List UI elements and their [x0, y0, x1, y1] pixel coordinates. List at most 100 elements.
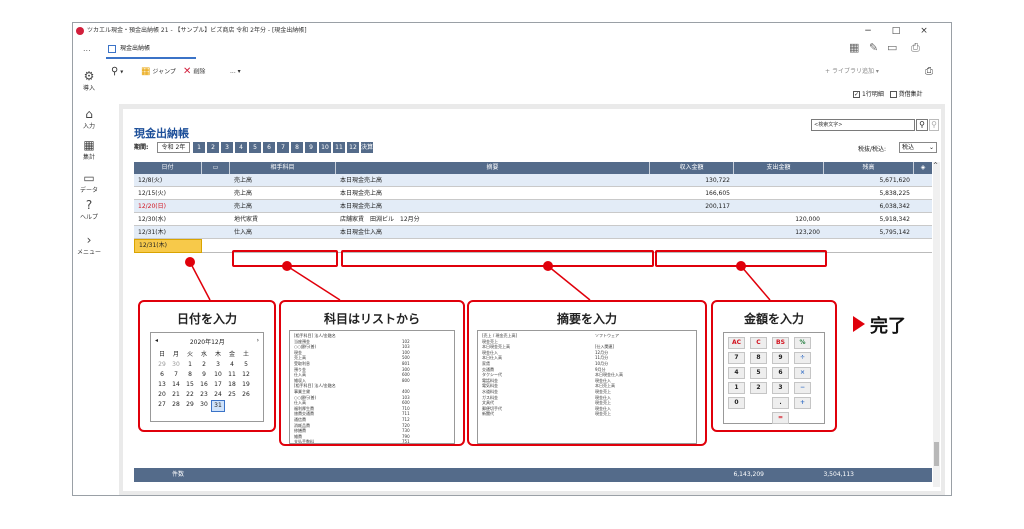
calc-key[interactable]: 6 — [772, 367, 789, 379]
calc-key[interactable]: C — [750, 337, 767, 349]
weekday-label: 金 — [228, 351, 235, 358]
connector-lines — [189, 261, 771, 301]
prev-month-icon[interactable]: ◂ — [155, 337, 158, 344]
account-code: 790 — [402, 433, 410, 439]
callout-memo: 摘要を入力 [売上 / 現金売上高] 現金売上 本日現金売上高 現金仕入 本日仕入高 家賃… — [467, 300, 707, 446]
calc-key[interactable]: 7 — [728, 352, 745, 364]
account-code: 600 — [402, 400, 410, 406]
account-code: 730 — [402, 428, 410, 434]
account-code: 103 — [402, 394, 410, 400]
callout-date: 日付を入力 ◂ 2020年12月 › 日月火水木金土 29 30 1 2 3 4 5 6 7 8 9… — [138, 300, 276, 432]
list-item[interactable]: 新聞代 — [482, 411, 579, 417]
calc-key[interactable]: × — [794, 367, 811, 379]
connector-date — [189, 261, 211, 301]
calendar-day[interactable]: 4 — [225, 360, 239, 370]
list-item[interactable]: 支払手数料 751 — [294, 439, 450, 444]
calendar-day[interactable]: 13 — [155, 380, 169, 390]
calc-key[interactable]: 2 — [750, 382, 767, 394]
marker-dot-account — [282, 261, 292, 271]
weekday-label: 木 — [214, 351, 221, 358]
memo-list-popup[interactable]: [売上 / 現金売上高] 現金売上 本日現金売上高 現金仕入 本日仕入高 家賃 交通費 タクシ… — [477, 330, 697, 444]
calendar-days: 29 30 1 2 3 4 5 6 7 8 9 10 11 12 13 14 15 16 17 18 19 20 21 22 2… — [155, 360, 259, 412]
calc-key[interactable]: 0 — [728, 397, 745, 409]
calendar-day[interactable]: 19 — [239, 380, 253, 390]
done-label: 完了 — [870, 316, 906, 337]
calc-key[interactable]: ÷ — [794, 352, 811, 364]
account-code: 102 — [402, 338, 410, 344]
calendar-day[interactable]: 16 — [197, 380, 211, 390]
calc-key[interactable]: 5 — [750, 367, 767, 379]
calendar-weekdays: 日月火水木金土 — [155, 350, 259, 360]
account-code: 103 — [402, 344, 410, 350]
calendar-day[interactable]: 27 — [155, 400, 169, 412]
account-code: 720 — [402, 422, 410, 428]
calc-key[interactable]: = — [772, 412, 789, 424]
calendar-day[interactable]: 30 — [197, 400, 211, 412]
calendar-popup: ◂ 2020年12月 › 日月火水木金土 29 30 1 2 3 4 5 6 7 8 9 10 11 12… — [150, 332, 264, 422]
calc-key[interactable]: 3 — [772, 382, 789, 394]
callout-memo-title: 摘要を入力 — [556, 312, 617, 326]
calc-key[interactable]: 4 — [728, 367, 745, 379]
calendar-day[interactable]: 8 — [183, 370, 197, 380]
calendar-day[interactable]: 20 — [155, 390, 169, 400]
calc-key[interactable]: + — [794, 397, 811, 409]
account-code: 800 — [402, 377, 410, 383]
calendar-day[interactable]: 11 — [225, 370, 239, 380]
calc-key[interactable]: . — [772, 397, 789, 409]
account-code: 801 — [402, 360, 410, 366]
calc-key[interactable]: − — [794, 382, 811, 394]
calendar-day[interactable]: 5 — [239, 360, 253, 370]
callout-amount: 金額を入力 AC C BS% 7 8 9 ÷ 4 5 6 × 1 2 3− 0. + = — [711, 300, 837, 432]
account-list-popup[interactable]: [相手科目] 法人/金融名 当座預金 102 ○○銀行(普) 103 現金 100 売上高 50… — [289, 330, 455, 444]
calendar-day[interactable]: 3 — [211, 360, 225, 370]
calendar-day[interactable]: 6 — [155, 370, 169, 380]
connector-account — [286, 265, 341, 301]
account-code: 710 — [402, 405, 410, 411]
account-code: 711 — [402, 411, 410, 417]
play-arrow-icon — [853, 316, 865, 332]
calendar-day[interactable]: 29 — [155, 360, 169, 370]
calendar-day[interactable]: 9 — [197, 370, 211, 380]
calendar-day[interactable]: 12 — [239, 370, 253, 380]
calendar-day[interactable]: 2 — [197, 360, 211, 370]
calendar-day[interactable]: 1 — [183, 360, 197, 370]
calc-key[interactable]: 8 — [750, 352, 767, 364]
calendar-day[interactable]: 15 — [183, 380, 197, 390]
account-code: 600 — [402, 372, 410, 378]
weekday-label: 月 — [172, 351, 179, 358]
calendar-day[interactable]: 25 — [225, 390, 239, 400]
calendar-day[interactable]: 22 — [183, 390, 197, 400]
calendar-day[interactable]: 31 — [211, 400, 225, 412]
next-month-icon[interactable]: › — [257, 337, 259, 344]
weekday-label: 土 — [242, 351, 249, 358]
calc-key[interactable]: AC — [728, 337, 745, 349]
calc-key[interactable]: 1 — [728, 382, 745, 394]
list-item[interactable]: 現金売上 — [595, 411, 692, 417]
marker-dot-amount — [736, 261, 746, 271]
calendar-day[interactable]: 30 — [169, 360, 183, 370]
calendar-day[interactable]: 28 — [169, 400, 183, 412]
calendar-day[interactable]: 24 — [211, 390, 225, 400]
calendar-day[interactable]: 17 — [211, 380, 225, 390]
calc-key[interactable]: % — [794, 337, 811, 349]
calendar-month: ◂ 2020年12月 › — [155, 337, 259, 346]
calendar-day[interactable]: 7 — [169, 370, 183, 380]
account-name: 支払手数料 — [294, 439, 314, 444]
calendar-day[interactable]: 29 — [183, 400, 197, 412]
calendar-day[interactable]: 18 — [225, 380, 239, 390]
calc-key[interactable]: BS — [772, 337, 789, 349]
connector-memo — [547, 265, 591, 301]
calendar-day[interactable]: 21 — [169, 390, 183, 400]
weekday-label: 日 — [158, 351, 165, 358]
marker-dot-memo — [543, 261, 553, 271]
callout-account-title: 科目はリストから — [323, 312, 420, 326]
account-code: 400 — [402, 388, 410, 394]
calendar-day[interactable]: 10 — [211, 370, 225, 380]
calendar-title: 2020年12月 — [189, 339, 225, 346]
calendar-day[interactable]: 26 — [239, 390, 253, 400]
marker-dot-date — [185, 257, 195, 267]
calendar-day[interactable]: 23 — [197, 390, 211, 400]
calendar-day[interactable]: 14 — [169, 380, 183, 390]
weekday-label: 水 — [200, 351, 207, 358]
calc-key[interactable]: 9 — [772, 352, 789, 364]
